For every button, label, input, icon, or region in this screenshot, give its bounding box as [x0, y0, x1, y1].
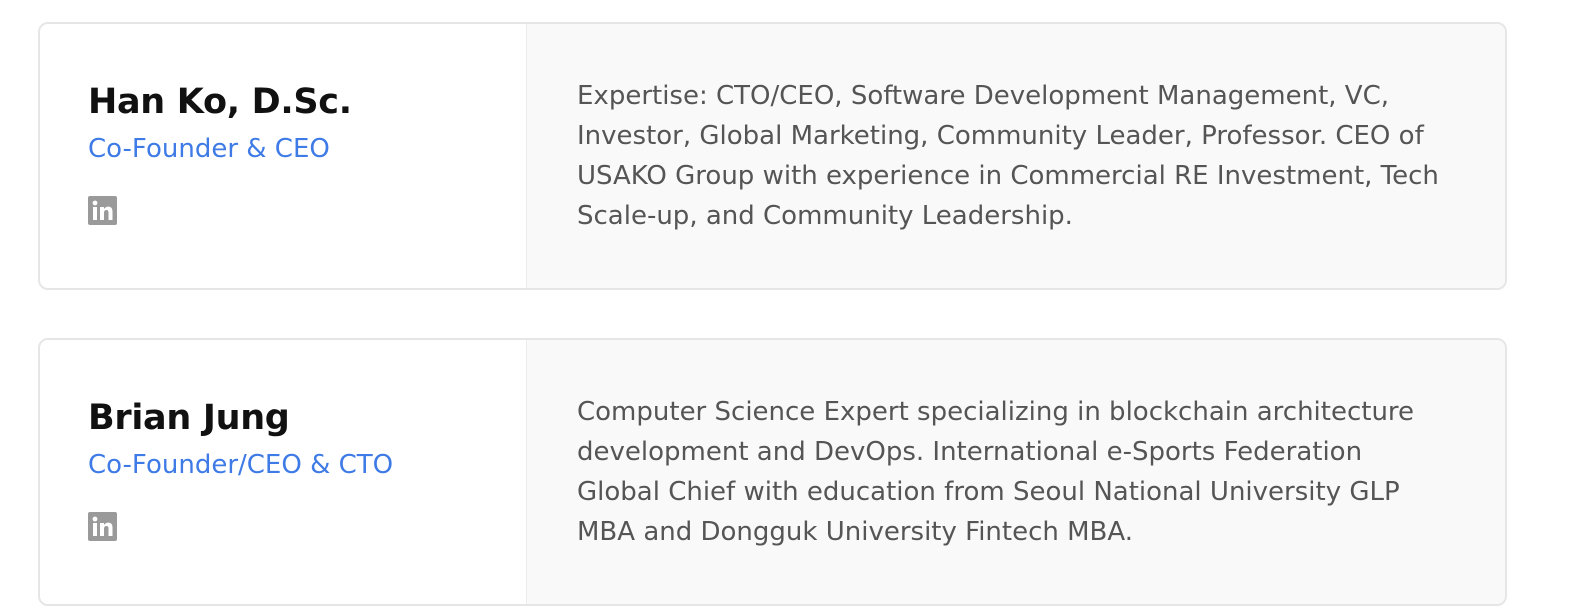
- team-member-card: Han Ko, D.Sc. Co-Founder & CEO Expertise…: [38, 22, 1507, 290]
- member-role: Co-Founder & CEO: [88, 134, 330, 164]
- member-bio-panel: Expertise: CTO/CEO, Software Development…: [527, 24, 1505, 288]
- member-bio: Computer Science Expert specializing in …: [577, 397, 1415, 547]
- linkedin-icon-glyph: [88, 196, 117, 225]
- linkedin-icon[interactable]: [88, 196, 117, 225]
- team-member-card: Brian Jung Co-Founder/CEO & CTO Computer…: [38, 338, 1507, 606]
- member-name: Han Ko, D.Sc.: [88, 82, 352, 122]
- member-role: Co-Founder/CEO & CTO: [88, 450, 394, 480]
- linkedin-icon[interactable]: [88, 512, 117, 541]
- team-list: Han Ko, D.Sc. Co-Founder & CEO Expertise…: [38, 22, 1507, 606]
- linkedin-icon-glyph: [88, 512, 117, 541]
- member-profile: Brian Jung Co-Founder/CEO & CTO: [40, 340, 527, 604]
- member-name: Brian Jung: [88, 398, 290, 438]
- member-profile: Han Ko, D.Sc. Co-Founder & CEO: [40, 24, 527, 288]
- member-bio: Expertise: CTO/CEO, Software Development…: [577, 81, 1439, 231]
- member-bio-panel: Computer Science Expert specializing in …: [527, 340, 1505, 604]
